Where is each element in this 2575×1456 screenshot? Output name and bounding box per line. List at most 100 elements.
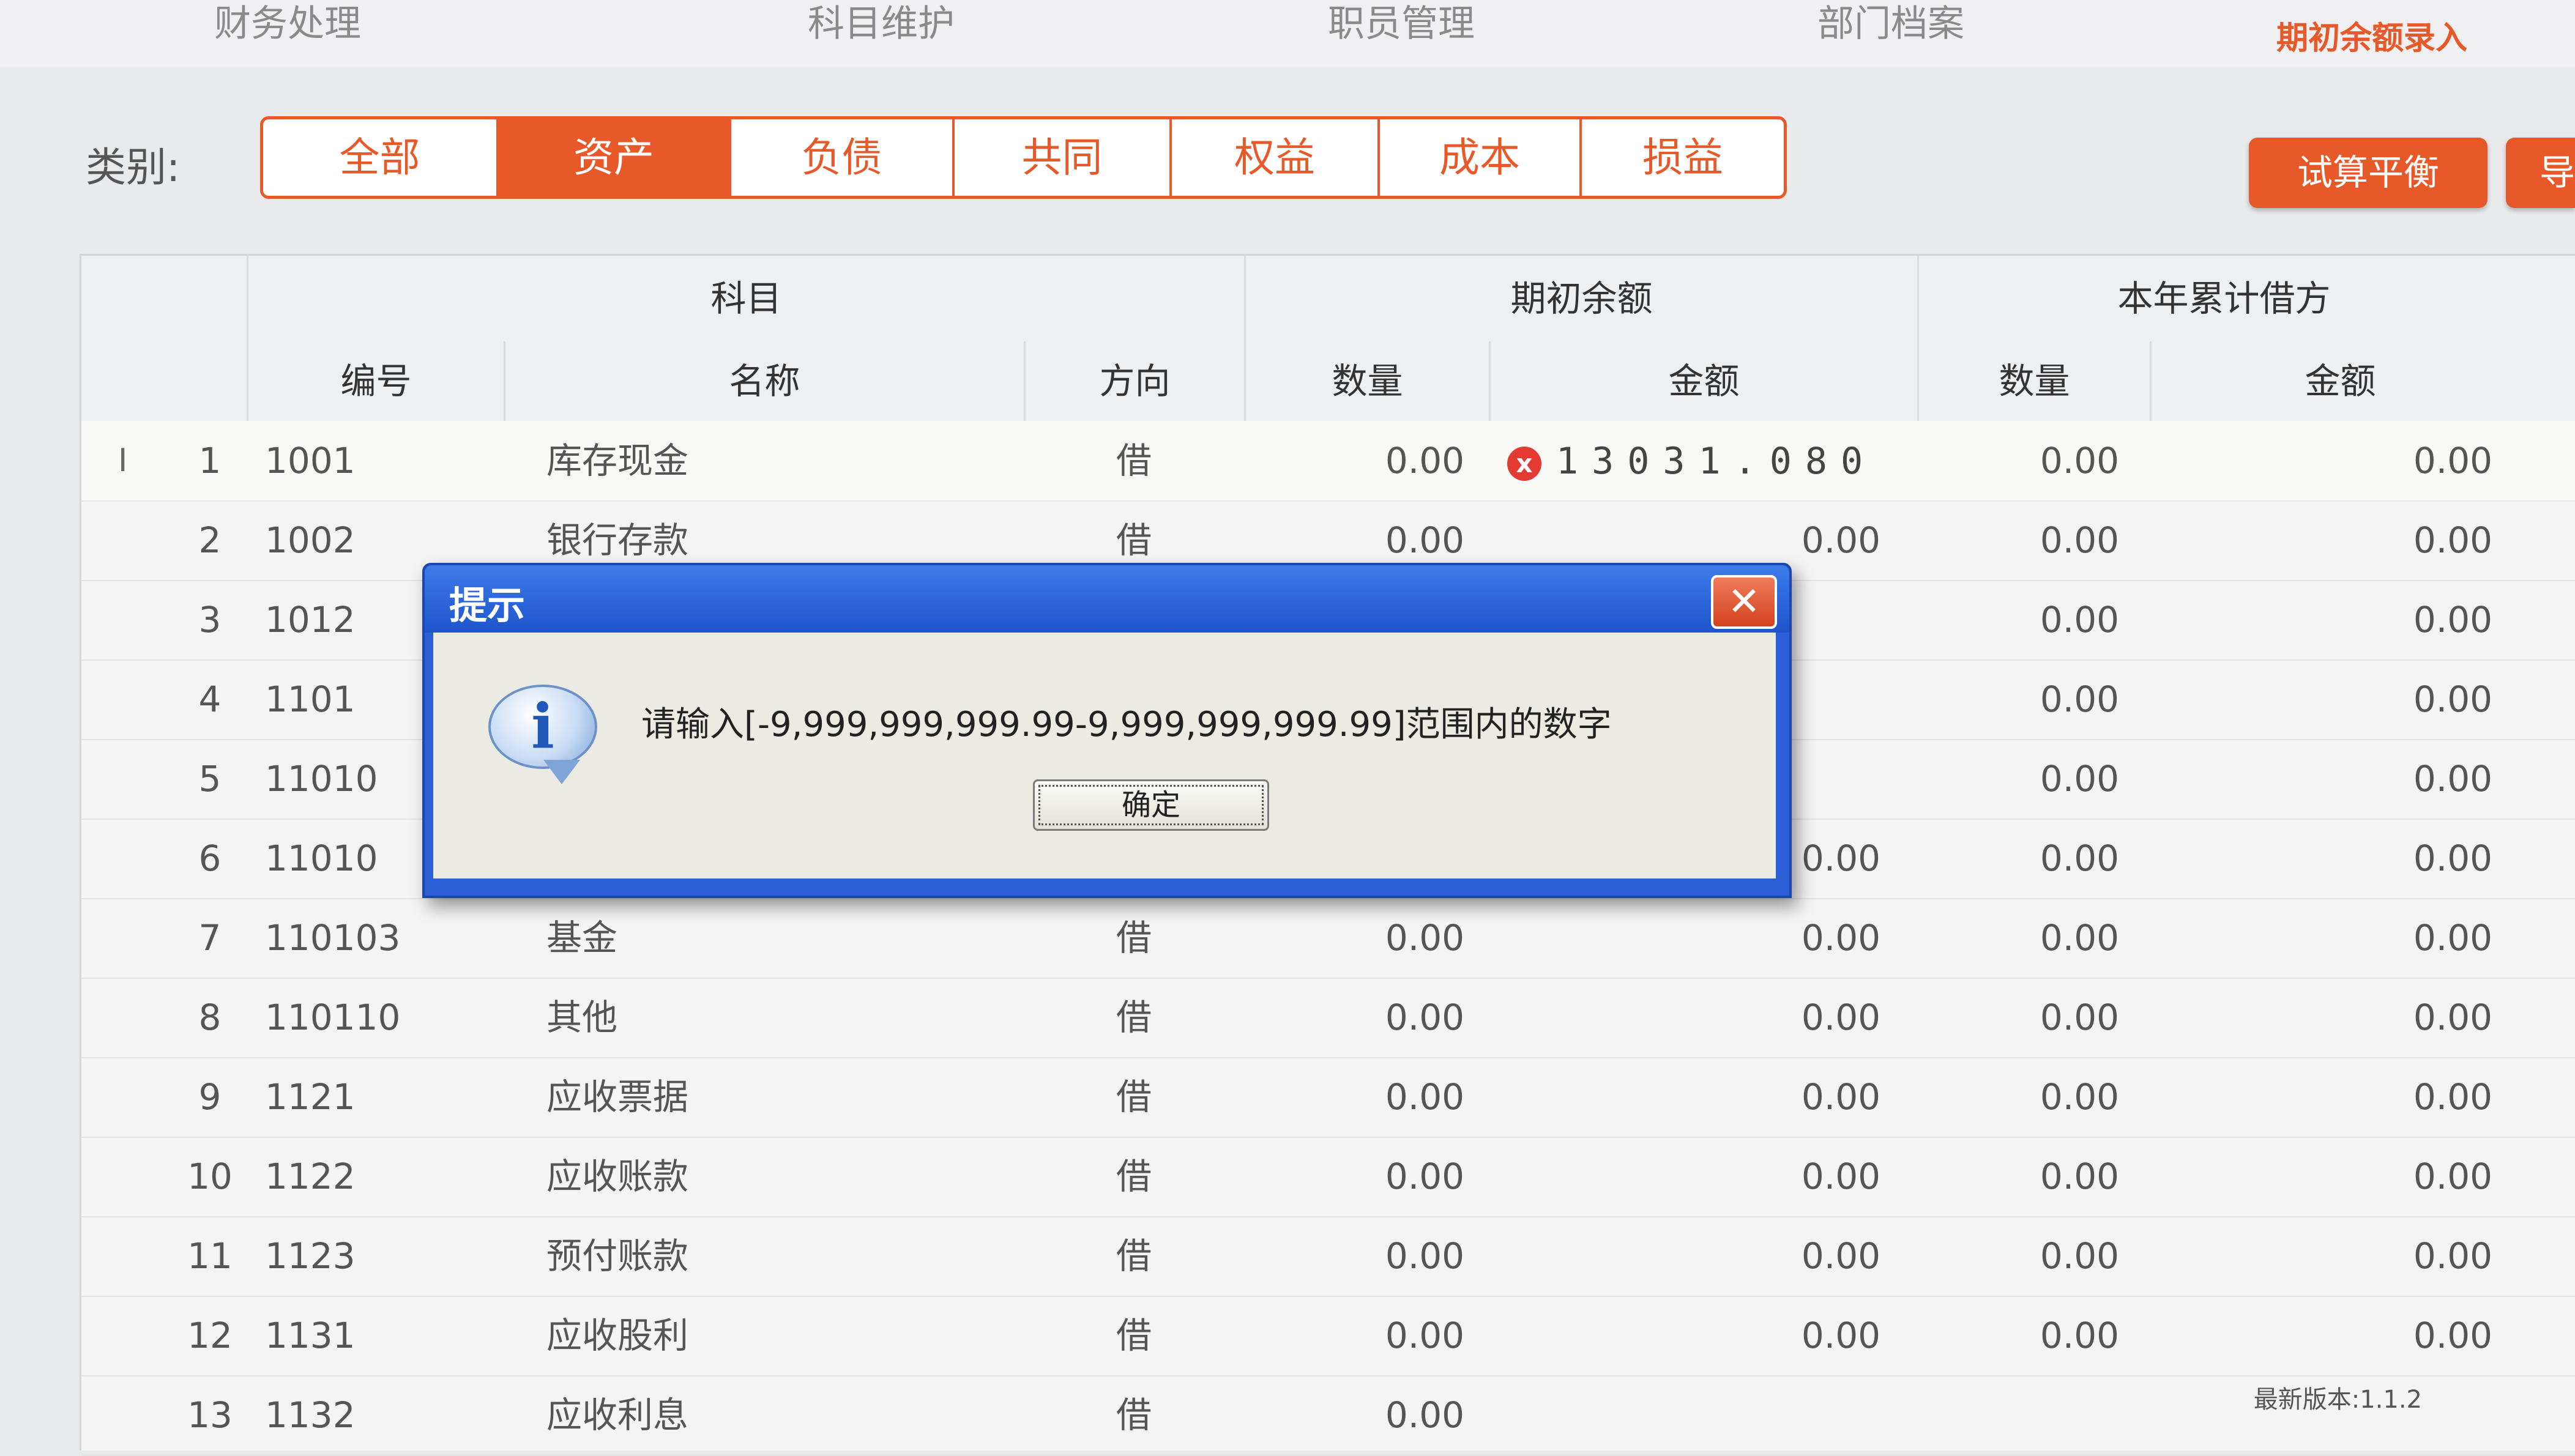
cell-direction[interactable]: 借 <box>1024 898 1244 978</box>
cell-direction[interactable]: 借 <box>1024 1296 1244 1375</box>
more-action-button[interactable]: 导 <box>2506 138 2575 208</box>
cell-ytd-amount[interactable]: 0.00 <box>2150 1296 2492 1375</box>
table-row[interactable]: 1 1001 库存现金借 0.00 0.00 0.00 Ix 13031.080 <box>81 421 2575 502</box>
cell-ytd-quantity[interactable]: 0.00 <box>1917 898 2119 978</box>
cell-ytd-amount[interactable]: 0.00 <box>2150 500 2492 580</box>
cell-code[interactable]: 110103 <box>265 898 497 978</box>
cell-ytd-quantity[interactable]: 0.00 <box>1917 1057 2119 1137</box>
tab-liabilities[interactable]: 负债 <box>731 119 955 196</box>
cell-code[interactable]: 110110 <box>265 978 497 1057</box>
cell-code[interactable]: 1001 <box>265 421 497 500</box>
row-index[interactable]: 9 <box>173 1057 247 1137</box>
cell-ytd-amount[interactable]: 0.00 <box>2150 1216 2492 1296</box>
tab-equity[interactable]: 权益 <box>1172 119 1380 196</box>
cell-ytd-quantity[interactable]: 0.00 <box>1917 1296 2119 1375</box>
cell-ytd-amount[interactable]: 0.00 <box>2150 978 2492 1057</box>
table-row[interactable]: 9 1121 应收票据借 0.00 0.00 0.00 0.00 <box>81 1057 2575 1138</box>
cell-name[interactable]: 基金 <box>546 898 975 978</box>
cell-direction[interactable]: 借 <box>1024 1375 1244 1455</box>
cell-ytd-amount[interactable]: 0.00 <box>2150 898 2492 978</box>
close-icon[interactable]: ✕ <box>1711 575 1777 629</box>
cell-ytd-amount[interactable]: 0.00 <box>2150 739 2492 819</box>
cell-amount[interactable]: 0.00 <box>1489 1057 1880 1137</box>
cell-quantity[interactable]: 0.00 <box>1244 1057 1464 1137</box>
row-index[interactable]: 2 <box>173 500 247 580</box>
tab-assets[interactable]: 资产 <box>499 119 731 196</box>
row-index[interactable]: 8 <box>173 978 247 1057</box>
cell-ytd-amount[interactable]: 0.00 <box>2150 580 2492 659</box>
cell-quantity[interactable]: 0.00 <box>1244 978 1464 1057</box>
cell-direction[interactable]: 借 <box>1024 421 1244 500</box>
tab-common[interactable]: 共同 <box>955 119 1172 196</box>
cell-ytd-quantity[interactable]: 0.00 <box>1917 739 2119 819</box>
cell-code[interactable]: 1121 <box>265 1057 497 1137</box>
table-row[interactable]: 8 110110 其他借 0.00 0.00 0.00 0.00 <box>81 978 2575 1058</box>
cell-name[interactable]: 应收票据 <box>546 1057 975 1137</box>
cell-amount[interactable]: 0.00 <box>1489 1296 1880 1375</box>
cell-code[interactable]: 1131 <box>265 1296 497 1375</box>
cell-amount[interactable]: 0.00 <box>1489 978 1880 1057</box>
cell-quantity[interactable]: 0.00 <box>1244 1137 1464 1216</box>
cell-ytd-quantity[interactable]: 0.00 <box>1917 580 2119 659</box>
table-row[interactable]: 10 1122 应收账款借 0.00 0.00 0.00 0.00 <box>81 1137 2575 1217</box>
cell-quantity[interactable]: 0.00 <box>1244 898 1464 978</box>
cell-ytd-amount[interactable]: 0.00 <box>2150 1057 2492 1137</box>
cell-direction[interactable]: 借 <box>1024 1057 1244 1137</box>
cell-ytd-quantity[interactable]: 0.00 <box>1917 421 2119 500</box>
cell-amount[interactable]: 0.00 <box>1489 898 1880 978</box>
cell-ytd-quantity[interactable]: 0.00 <box>1917 1137 2119 1216</box>
tab-all[interactable]: 全部 <box>263 119 499 196</box>
cell-ytd-quantity[interactable]: 0.00 <box>1917 978 2119 1057</box>
cell-code[interactable]: 1122 <box>265 1137 497 1216</box>
cell-direction[interactable]: 借 <box>1024 1216 1244 1296</box>
nav-item-opening-balance[interactable]: 期初余额录入 <box>2276 12 2467 58</box>
cell-code[interactable]: 1123 <box>265 1216 497 1296</box>
cell-direction[interactable]: 借 <box>1024 1137 1244 1216</box>
row-index[interactable]: 10 <box>173 1137 247 1216</box>
row-index[interactable]: 3 <box>173 580 247 659</box>
row-index[interactable]: 12 <box>173 1296 247 1375</box>
nav-item-staff-management[interactable]: 职员管理 <box>1328 0 1475 47</box>
cell-amount[interactable]: 0.00 <box>1489 1216 1880 1296</box>
cell-ytd-quantity[interactable]: 0.00 <box>1917 500 2119 580</box>
cell-ytd-amount[interactable]: 0.00 <box>2150 421 2492 500</box>
nav-item-department-archive[interactable]: 部门档案 <box>1817 0 1964 47</box>
cell-quantity[interactable]: 0.00 <box>1244 1296 1464 1375</box>
cell-ytd-amount[interactable]: 0.00 <box>2150 659 2492 739</box>
table-row[interactable]: 13 1132 应收利息借 0.00 <box>81 1375 2575 1456</box>
cell-name[interactable]: 应收账款 <box>546 1137 975 1216</box>
cell-code[interactable]: 1132 <box>265 1375 497 1455</box>
row-index[interactable]: 5 <box>173 739 247 819</box>
cell-quantity[interactable]: 0.00 <box>1244 1375 1464 1455</box>
nav-item-subject-maintenance[interactable]: 科目维护 <box>808 0 955 47</box>
cell-name[interactable]: 库存现金 <box>546 421 975 500</box>
table-row[interactable]: 11 1123 预付账款借 0.00 0.00 0.00 0.00 <box>81 1216 2575 1297</box>
amount-edit-input[interactable]: 13031.080 <box>1556 431 1911 492</box>
cell-name[interactable]: 应收股利 <box>546 1296 975 1375</box>
cell-ytd-quantity[interactable]: 0.00 <box>1917 659 2119 739</box>
row-index[interactable]: 4 <box>173 659 247 739</box>
cell-ytd-amount[interactable]: 0.00 <box>2150 1137 2492 1216</box>
cell-quantity[interactable]: 0.00 <box>1244 421 1464 500</box>
table-row[interactable]: 7 110103 基金借 0.00 0.00 0.00 0.00 <box>81 898 2575 979</box>
tab-profit-loss[interactable]: 损益 <box>1582 119 1784 196</box>
dialog-title-bar[interactable]: 提示 ✕ <box>425 565 1789 633</box>
table-row[interactable]: 12 1131 应收股利借 0.00 0.00 0.00 0.00 <box>81 1296 2575 1376</box>
cell-quantity[interactable]: 0.00 <box>1244 1216 1464 1296</box>
cell-name[interactable]: 预付账款 <box>546 1216 975 1296</box>
tab-cost[interactable]: 成本 <box>1380 119 1582 196</box>
ok-button[interactable]: 确定 <box>1033 779 1269 831</box>
trial-balance-button[interactable]: 试算平衡 <box>2249 138 2487 208</box>
cell-name[interactable]: 其他 <box>546 978 975 1057</box>
row-index[interactable]: 11 <box>173 1216 247 1296</box>
cell-ytd-amount[interactable]: 0.00 <box>2150 819 2492 898</box>
cell-amount[interactable]: 0.00 <box>1489 1137 1880 1216</box>
nav-item-finance[interactable]: 财务处理 <box>214 0 361 47</box>
row-index[interactable]: 7 <box>173 898 247 978</box>
row-index[interactable]: 1 <box>173 421 247 500</box>
cell-direction[interactable]: 借 <box>1024 978 1244 1057</box>
cell-ytd-quantity[interactable]: 0.00 <box>1917 819 2119 898</box>
cell-amount[interactable] <box>1489 1375 1880 1455</box>
row-index[interactable]: 13 <box>173 1375 247 1455</box>
cell-name[interactable]: 应收利息 <box>546 1375 975 1455</box>
